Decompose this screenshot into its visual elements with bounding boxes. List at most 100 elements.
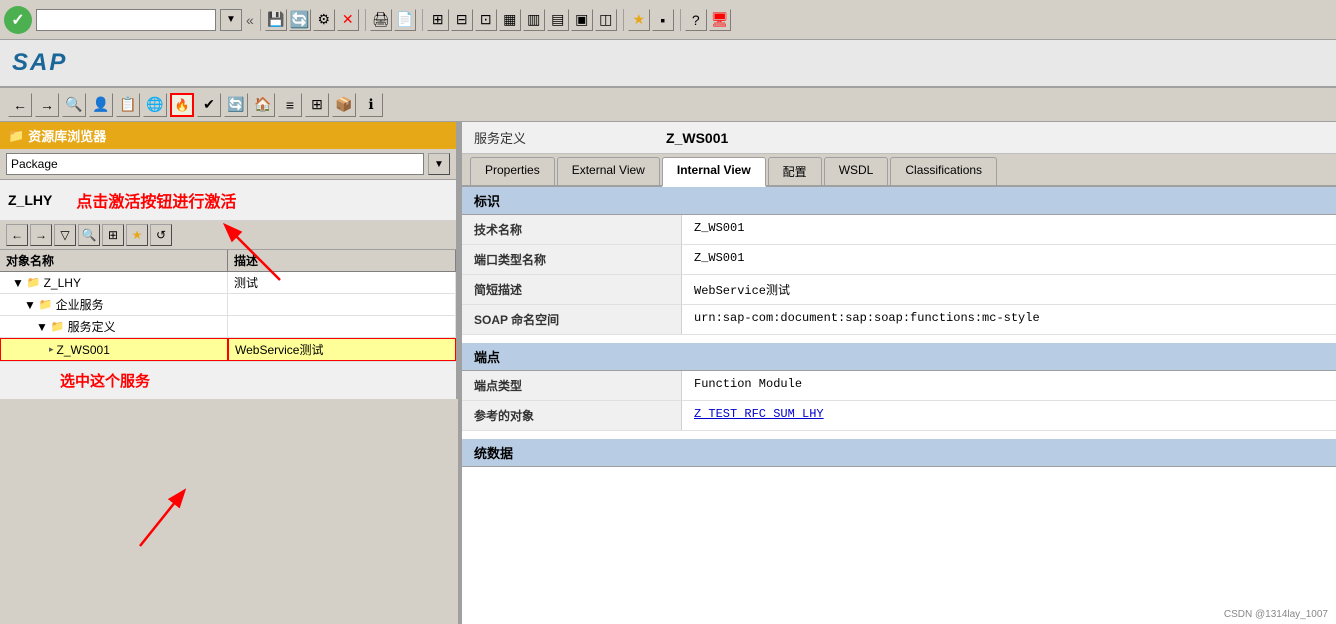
layout-icon[interactable]: ≡ (278, 93, 302, 117)
left-panel-header: 📁 资源库浏览器 (0, 122, 456, 149)
system-bar: ✓ ▼ « 💾 🔄 ⚙ ✕ 🖨 📄 ⊞ ⊟ ⊡ ▦ ▥ ▤ ▣ ◫ ★ ▪ ? … (0, 0, 1336, 40)
expand-svcdef: ▼ (36, 320, 48, 334)
label-endpoint-type: 端点类型 (462, 371, 682, 400)
transport-icon[interactable]: 📦 (332, 93, 356, 117)
check-icon: ✓ (4, 6, 32, 34)
tree-search-btn[interactable]: 🔍 (78, 224, 100, 246)
value-ref-obj[interactable]: Z TEST RFC SUM LHY (682, 401, 1336, 430)
back-icon[interactable]: ← (8, 93, 32, 117)
expand-ws001: ▸ (49, 344, 54, 355)
tree-expand-btn[interactable]: ⊞ (102, 224, 124, 246)
grid2-icon[interactable]: ⊟ (451, 9, 473, 31)
grid4-icon[interactable]: ▦ (499, 9, 521, 31)
nav-group2: ★ ▪ (623, 9, 674, 31)
tree-cell-svcdef-desc (228, 316, 456, 337)
form-row-soap-ns: SOAP 命名空间 urn:sap-com:document:sap:soap:… (462, 305, 1336, 335)
package-dropdown-btn[interactable]: ▼ (428, 153, 450, 175)
service-def-header: 服务定义 Z_WS001 (462, 122, 1336, 154)
folder-icon-zlhy: 📁 (27, 276, 41, 289)
tree-forward-btn[interactable]: → (30, 224, 52, 246)
grid5-icon[interactable]: ▥ (523, 9, 545, 31)
section-identification: 标识 技术名称 Z_WS001 端口类型名称 Z_WS001 简短描述 WebS… (462, 187, 1336, 335)
package-selector: ▼ (0, 149, 456, 180)
label-short-desc: 简短描述 (462, 275, 682, 304)
settings-icon[interactable]: ⚙ (313, 9, 335, 31)
print-group: 🖨 📄 (365, 9, 416, 31)
tab-properties[interactable]: Properties (470, 157, 555, 185)
grid1-icon[interactable]: ⊞ (427, 9, 449, 31)
print2-icon[interactable]: 📄 (394, 9, 416, 31)
grid3-icon[interactable]: ⊡ (475, 9, 497, 31)
hierarchy-icon[interactable]: 🏠 (251, 93, 275, 117)
section-endpoint: 端点 端点类型 Function Module 参考的对象 Z TEST RFC… (462, 343, 1336, 431)
form-row-port-name: 端口类型名称 Z_WS001 (462, 245, 1336, 275)
tab-external-view[interactable]: External View (557, 157, 660, 185)
tree-row-ws001[interactable]: ▸ Z_WS001 WebService测试 (0, 338, 456, 362)
refresh-icon[interactable]: 🔄 (289, 9, 311, 31)
copy-icon[interactable]: 📋 (116, 93, 140, 117)
dropdown-arrow[interactable]: ▼ (220, 9, 242, 31)
tab-wsdl[interactable]: WSDL (824, 157, 889, 185)
tree-cell-enterprise-name[interactable]: ▼ 📁 企业服务 (0, 294, 228, 315)
tree-back-btn[interactable]: ← (6, 224, 28, 246)
tree-table-header: 对象名称 描述 (0, 250, 456, 272)
print-icon[interactable]: 🖨 (370, 9, 392, 31)
form-row-ref-obj[interactable]: 参考的对象 Z TEST RFC SUM LHY (462, 401, 1336, 431)
grid6-icon[interactable]: ▤ (547, 9, 569, 31)
expand-enterprise: ▼ (24, 298, 36, 312)
tab-internal-view[interactable]: Internal View (662, 157, 766, 187)
tree-cell-enterprise-desc (228, 294, 456, 315)
left-panel-container: 📁 资源库浏览器 ▼ Z_LHY 点击激活按钮进行激活 ← → ▽ 🔍 ⊞ ★ (0, 122, 458, 624)
window-icon[interactable]: ▪ (652, 9, 674, 31)
tab-config[interactable]: 配置 (768, 157, 822, 185)
grid7-icon[interactable]: ▣ (571, 9, 593, 31)
package-input[interactable] (6, 153, 424, 175)
value-soap-ns: urn:sap-com:document:sap:soap:functions:… (682, 305, 1336, 334)
forward-icon[interactable]: → (35, 93, 59, 117)
section-header-params: 统数据 (462, 439, 1336, 467)
command-input[interactable] (36, 9, 216, 31)
tab-classifications[interactable]: Classifications (890, 157, 997, 185)
left-panel: 📁 资源库浏览器 ▼ Z_LHY 点击激活按钮进行激活 ← → ▽ 🔍 ⊞ ★ (0, 122, 458, 399)
info-icon[interactable]: ℹ (359, 93, 383, 117)
help-icon[interactable]: ? (685, 9, 707, 31)
folder-icon-enterprise: 📁 (39, 298, 53, 311)
watermark: CSDN @1314lay_1007 (1224, 609, 1328, 620)
service-def-label: 服务定义 (474, 128, 526, 147)
activate-icon[interactable]: 🔥 (170, 93, 194, 117)
tree-cell-svcdef-name[interactable]: ▼ 📁 服务定义 (0, 316, 228, 337)
tree-star-btn[interactable]: ★ (126, 224, 148, 246)
zlhy-label: Z_LHY (8, 192, 52, 208)
tabs-bar: Properties External View Internal View 配… (462, 154, 1336, 187)
main-area: 📁 资源库浏览器 ▼ Z_LHY 点击激活按钮进行激活 ← → ▽ 🔍 ⊞ ★ (0, 122, 1336, 624)
value-tech-name: Z_WS001 (682, 215, 1336, 244)
tree-cell-ws001-name[interactable]: ▸ Z_WS001 (0, 338, 228, 361)
tree-cell-ws001-desc: WebService测试 (228, 338, 456, 361)
label-tech-name: 技术名称 (462, 215, 682, 244)
save-icon[interactable]: 💾 (265, 9, 287, 31)
user-icon[interactable]: 👤 (89, 93, 113, 117)
tree-row-service-def[interactable]: ▼ 📁 服务定义 (0, 316, 456, 338)
tree-toolbar: ← → ▽ 🔍 ⊞ ★ ↺ (0, 221, 456, 250)
display-change-icon[interactable]: 🔄 (224, 93, 248, 117)
section-params: 统数据 (462, 439, 1336, 467)
red-x-icon[interactable]: ✕ (337, 9, 359, 31)
monitor-icon[interactable]: 🖥 (709, 9, 731, 31)
tree-row-enterprise[interactable]: ▼ 📁 企业服务 (0, 294, 456, 316)
tree-row-zlhy[interactable]: ▼ 📁 Z_LHY 测试 (0, 272, 456, 294)
tree-refresh-btn[interactable]: ↺ (150, 224, 172, 246)
tree-filter-btn[interactable]: ▽ (54, 224, 76, 246)
tree-cell-zlhy-name[interactable]: ▼ 📁 Z_LHY (0, 272, 228, 293)
grid8-icon[interactable]: ◫ (595, 9, 617, 31)
content-area: 标识 技术名称 Z_WS001 端口类型名称 Z_WS001 简短描述 WebS… (462, 187, 1336, 624)
section-header-endpoint: 端点 (462, 343, 1336, 371)
value-short-desc: WebService测试 (682, 275, 1336, 304)
star-icon[interactable]: ★ (628, 9, 650, 31)
columns-icon[interactable]: ⊞ (305, 93, 329, 117)
service-def-value: Z_WS001 (666, 130, 728, 146)
check-obj-icon[interactable]: ✔ (197, 93, 221, 117)
value-endpoint-type: Function Module (682, 371, 1336, 400)
tree-icon[interactable]: 🌐 (143, 93, 167, 117)
sap-header: SAP (0, 40, 1336, 88)
object-nav-icon[interactable]: 🔍 (62, 93, 86, 117)
